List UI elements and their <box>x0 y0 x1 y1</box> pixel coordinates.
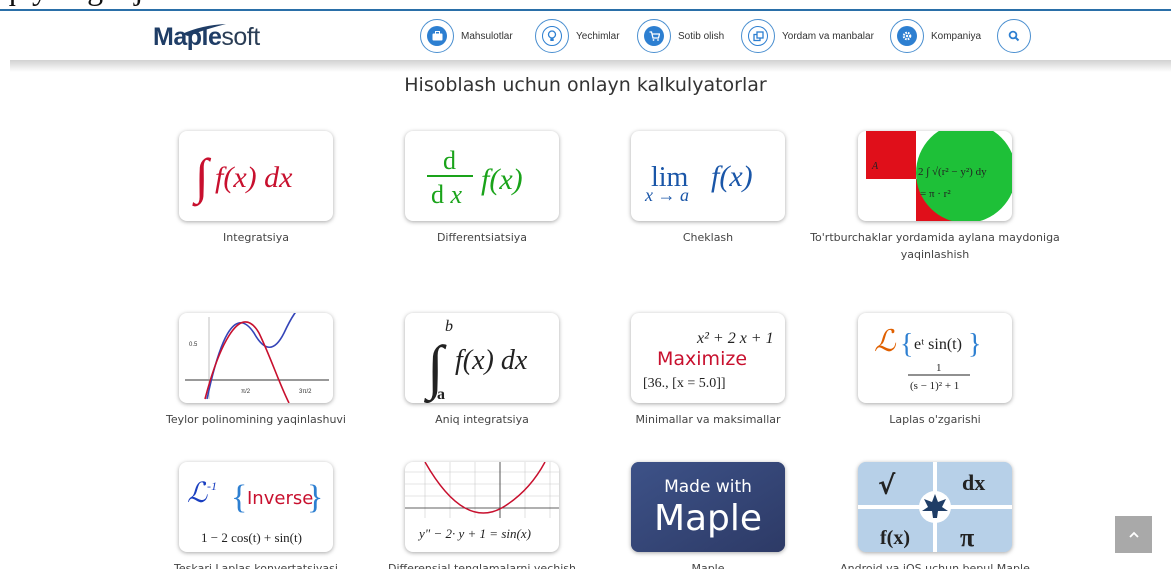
card-thumbnail: lim x → a f(x) <box>631 131 785 221</box>
svg-text:f(x): f(x) <box>481 163 523 196</box>
nav-item-yechimlar[interactable]: Yechimlar <box>535 19 620 53</box>
svg-text:Inverse: Inverse <box>247 488 313 509</box>
svg-text:d: d <box>443 146 456 175</box>
nav-item-kompaniya[interactable]: Kompaniya <box>890 19 981 53</box>
svg-text:π: π <box>960 523 974 552</box>
svg-text:dx: dx <box>962 470 985 495</box>
card-thumbnail: A 2 ∫ √(r² − y²) dy = π · r² <box>858 131 1012 221</box>
svg-text:f(x) dx: f(x) dx <box>455 345 528 376</box>
card-thumbnail: x² + 2 x + 1 Maximize [36., [x = 5.0]] <box>631 313 785 403</box>
svg-text:ℒ: ℒ <box>187 478 208 509</box>
svg-text:3π/2: 3π/2 <box>299 389 312 395</box>
card-thumbnail: y" − 2· y + 1 = sin(x) <box>405 462 559 552</box>
search-icon <box>1004 26 1024 46</box>
svg-text:Maximize: Maximize <box>657 348 747 370</box>
card-thumbnail: ∫ b a f(x) dx <box>405 313 559 403</box>
svg-text:f(x) dx: f(x) dx <box>215 161 293 194</box>
nav-item-mahsulotlar[interactable]: Mahsulotlar <box>420 19 513 53</box>
nav-label: Yechimlar <box>576 30 620 42</box>
nav-label: Yordam va manbalar <box>782 30 874 42</box>
svg-text:}: } <box>307 479 323 516</box>
svg-text:y" − 2· y + 1 = sin(x): y" − 2· y + 1 = sin(x) <box>417 526 531 541</box>
svg-text:1 − 2 cos(t) + sin(t): 1 − 2 cos(t) + sin(t) <box>201 530 302 545</box>
scroll-to-top-button[interactable] <box>1115 516 1152 553</box>
logo-leaf-icon <box>182 24 226 36</box>
gear-icon <box>897 26 917 46</box>
svg-text:{: { <box>900 329 913 360</box>
svg-text:∫: ∫ <box>192 148 212 207</box>
navbar-shadow <box>10 60 1171 72</box>
svg-text:1: 1 <box>936 362 942 374</box>
svg-text:[36., [x = 5.0]]: [36., [x = 5.0]] <box>643 376 726 391</box>
navbar: Maplesoft Mahsulotlar Yechimlar Sotib ol… <box>0 11 1171 63</box>
search-button[interactable] <box>997 19 1031 53</box>
svg-text:eᵗ sin(t): eᵗ sin(t) <box>914 336 962 353</box>
svg-text:f(x): f(x) <box>711 160 753 193</box>
briefcase-icon <box>427 26 447 46</box>
svg-text:-1: -1 <box>207 479 217 493</box>
card-thumbnail: ℒ { eᵗ sin(t) } 1 (s − 1)² + 1 <box>858 313 1012 403</box>
page-title: Hisoblash uchun onlayn kalkulyatorlar <box>404 74 767 96</box>
svg-text:2 ∫ √(r² − y²) dy: 2 ∫ √(r² − y²) dy <box>918 166 987 178</box>
svg-text:}: } <box>968 329 981 360</box>
nav-label: Mahsulotlar <box>461 30 513 42</box>
card-caption: Android va iOS uchun bepul Maple <box>840 562 1030 569</box>
svg-text:x² + 2 x + 1: x² + 2 x + 1 <box>696 330 774 347</box>
svg-text:√: √ <box>878 471 896 501</box>
nav-label: Sotib olish <box>678 30 725 42</box>
cart-icon <box>644 26 664 46</box>
lightbulb-icon <box>542 26 562 46</box>
svg-text:ℒ: ℒ <box>874 325 897 358</box>
nav-item-yordam-va-manbalar[interactable]: Yordam va manbalar <box>741 19 874 53</box>
nav-item-sotib-olish[interactable]: Sotib olish <box>637 19 724 53</box>
svg-text:(s − 1)² + 1: (s − 1)² + 1 <box>910 380 959 392</box>
card-thumbnail: 0.5 π/2 3π/2 <box>179 313 333 403</box>
card-thumbnail: Made with Maple <box>631 462 785 552</box>
svg-text:{: { <box>231 479 247 516</box>
svg-text:0.5: 0.5 <box>189 342 198 348</box>
svg-text:A: A <box>871 161 879 172</box>
svg-text:= π · r²: = π · r² <box>920 188 951 200</box>
nav-label: Kompaniya <box>931 30 982 42</box>
card-thumbnail: ℒ -1 { Inverse } 1 − 2 cos(t) + sin(t) <box>179 462 333 552</box>
card-thumbnail: √ dx f(x) π <box>858 462 1012 552</box>
svg-text:a: a <box>437 386 445 403</box>
svg-text:d x: d x <box>431 180 463 209</box>
svg-text:Maple: Maple <box>654 498 762 539</box>
chevron-up-icon <box>1128 531 1139 538</box>
card-caption: Laplas o'zgarishi <box>889 413 981 426</box>
card-thumbnail: d d x f(x) <box>405 131 559 221</box>
svg-text:Made with: Made with <box>664 477 752 497</box>
svg-text:x → a: x → a <box>644 185 689 205</box>
card-thumbnail: ∫ f(x) dx <box>179 131 333 221</box>
svg-text:b: b <box>445 318 453 335</box>
card-caption: To'rtburchaklar yordamida aylana maydoni… <box>810 231 1060 261</box>
svg-text:f(x): f(x) <box>880 527 910 549</box>
svg-text:π/2: π/2 <box>241 389 251 395</box>
copy-icon <box>748 26 768 46</box>
